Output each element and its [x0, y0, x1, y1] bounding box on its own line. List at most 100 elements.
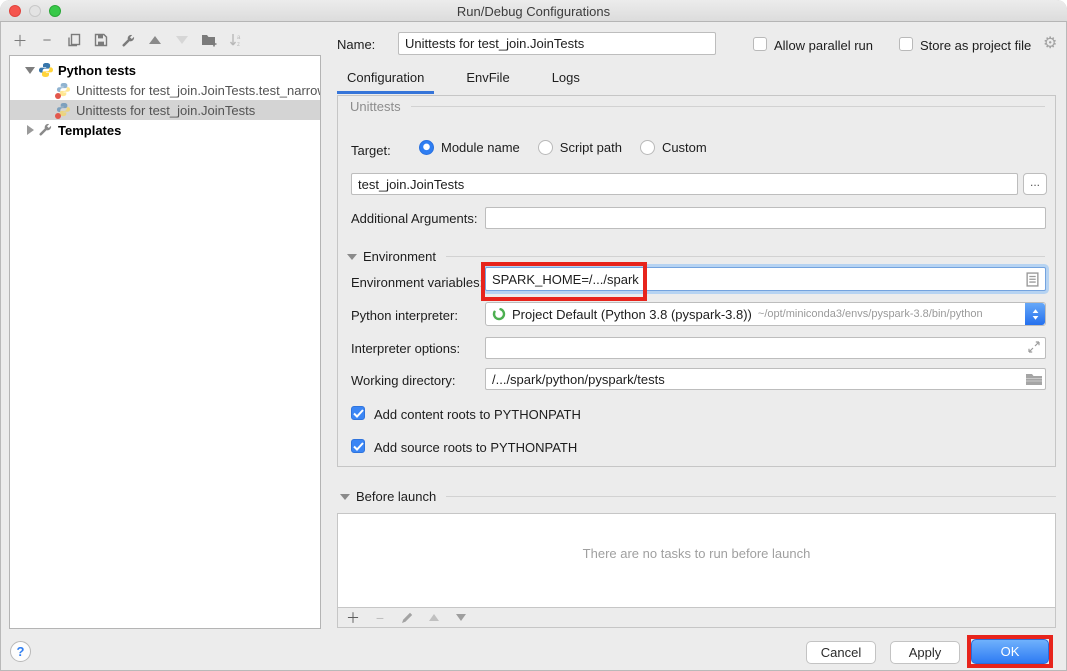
interpreter-path: ~/opt/miniconda3/envs/pyspark-3.8/bin/py… — [758, 308, 983, 320]
tab-logs[interactable]: Logs — [542, 64, 590, 94]
task-up-icon — [427, 611, 441, 625]
working-directory-label: Working directory: — [351, 373, 456, 388]
sort-configurations-icon: az — [228, 32, 244, 48]
tree-item-unittest-jointests[interactable]: Unittests for test_join.JoinTests — [10, 100, 320, 120]
target-radio-group: Module name Script path Custom — [419, 140, 707, 155]
radio-selected-icon — [419, 140, 434, 155]
before-launch-toolbar: ＋ − — [338, 608, 1055, 627]
collapse-environment-icon[interactable] — [347, 254, 357, 260]
section-divider — [411, 106, 1045, 107]
tab-bar: Configuration EnvFile Logs — [337, 64, 590, 94]
wrench-icon — [38, 122, 54, 138]
store-as-project-file-label: Store as project file — [920, 38, 1031, 53]
run-badge-icon — [55, 93, 61, 99]
before-launch-panel: There are no tasks to run before launch … — [337, 513, 1056, 628]
before-launch-title: Before launch — [356, 489, 436, 504]
radio-unselected-icon — [538, 140, 553, 155]
name-input[interactable] — [398, 32, 716, 55]
radio-label: Custom — [662, 140, 707, 155]
unittests-section-title: Unittests — [350, 99, 401, 114]
environment-section-title: Environment — [363, 249, 436, 264]
radio-label: Script path — [560, 140, 622, 155]
tree-item-unittest-narrow[interactable]: Unittests for test_join.JoinTests.test_n… — [10, 80, 320, 100]
python-icon — [38, 62, 54, 78]
tree-item-templates[interactable]: Templates — [10, 120, 320, 140]
expand-field-icon[interactable] — [1028, 341, 1044, 357]
section-divider — [446, 256, 1045, 257]
radio-unselected-icon — [640, 140, 655, 155]
allow-parallel-run-label: Allow parallel run — [774, 38, 873, 53]
store-as-project-file-checkbox[interactable] — [899, 37, 913, 51]
configurations-tree: Python tests Unittests for test_join.Joi… — [9, 55, 321, 629]
configurations-toolbar: ＋ − az — [12, 32, 244, 48]
name-label: Name: — [337, 37, 375, 52]
task-down-icon — [454, 611, 468, 625]
highlight-ok-box: OK — [967, 635, 1053, 668]
remove-task-icon: − — [373, 611, 387, 625]
tree-item-label: Templates — [58, 123, 121, 138]
target-input[interactable] — [351, 173, 1018, 195]
before-launch-task-list[interactable]: There are no tasks to run before launch — [338, 514, 1055, 608]
folder-icon[interactable] — [1026, 372, 1042, 388]
svg-text:z: z — [237, 42, 240, 48]
browse-button[interactable]: ... — [1023, 173, 1047, 195]
add-task-icon[interactable]: ＋ — [346, 611, 360, 625]
interpreter-value: Project Default (Python 3.8 (pyspark-3.8… — [512, 307, 752, 322]
python-test-icon — [56, 102, 72, 118]
run-debug-configurations-dialog: Run/Debug Configurations ＋ − az Pytho — [0, 0, 1067, 671]
collapse-before-launch-icon[interactable] — [340, 494, 350, 500]
edit-task-icon — [400, 611, 414, 625]
radio-module-name[interactable]: Module name — [419, 140, 520, 155]
add-configuration-icon[interactable]: ＋ — [12, 32, 28, 48]
section-divider — [446, 496, 1056, 497]
svg-text:a: a — [237, 35, 241, 41]
combo-arrows-icon[interactable] — [1025, 303, 1045, 325]
move-up-icon[interactable] — [147, 32, 163, 48]
tree-item-label: Unittests for test_join.JoinTests.test_n… — [76, 83, 320, 98]
working-directory-input[interactable] — [485, 368, 1046, 390]
edit-variables-icon[interactable] — [1026, 272, 1042, 288]
run-badge-icon — [55, 113, 61, 119]
highlight-env-vars-box — [481, 262, 647, 301]
save-configuration-icon[interactable] — [93, 32, 109, 48]
window-title: Run/Debug Configurations — [0, 4, 1067, 19]
move-down-icon — [174, 32, 190, 48]
python-interpreter-select[interactable]: Project Default (Python 3.8 (pyspark-3.8… — [485, 302, 1046, 326]
copy-configuration-icon[interactable] — [66, 32, 82, 48]
unittests-group: Unittests Target: Module name Script pat… — [337, 95, 1056, 467]
tree-item-python-tests[interactable]: Python tests — [10, 60, 320, 80]
interpreter-options-label: Interpreter options: — [351, 341, 460, 356]
ok-button[interactable]: OK — [971, 639, 1049, 664]
content-roots-checkbox[interactable] — [351, 406, 365, 420]
environment-variables-label: Environment variables: — [351, 275, 483, 290]
edit-templates-wrench-icon[interactable] — [120, 32, 136, 48]
tree-item-label: Unittests for test_join.JoinTests — [76, 103, 255, 118]
radio-label: Module name — [441, 140, 520, 155]
title-bar: Run/Debug Configurations — [0, 0, 1067, 22]
cancel-button[interactable]: Cancel — [806, 641, 876, 664]
help-icon[interactable]: ? — [10, 641, 31, 662]
source-roots-label: Add source roots to PYTHONPATH — [374, 440, 577, 455]
target-label: Target: — [351, 143, 391, 158]
new-folder-icon[interactable] — [201, 32, 217, 48]
allow-parallel-run-checkbox[interactable] — [753, 37, 767, 51]
before-launch-empty-message: There are no tasks to run before launch — [338, 546, 1055, 561]
remove-configuration-icon[interactable]: − — [39, 32, 55, 48]
conda-env-icon — [492, 307, 506, 321]
radio-script-path[interactable]: Script path — [538, 140, 622, 155]
chevron-down-icon[interactable] — [22, 67, 38, 74]
tab-configuration[interactable]: Configuration — [337, 64, 434, 94]
interpreter-options-input[interactable] — [485, 337, 1046, 359]
chevron-right-icon[interactable] — [22, 125, 38, 135]
content-roots-label: Add content roots to PYTHONPATH — [374, 407, 581, 422]
tree-item-label: Python tests — [58, 63, 136, 78]
additional-arguments-input[interactable] — [485, 207, 1046, 229]
source-roots-checkbox[interactable] — [351, 439, 365, 453]
python-test-icon — [56, 82, 72, 98]
radio-custom[interactable]: Custom — [640, 140, 707, 155]
additional-arguments-label: Additional Arguments: — [351, 211, 477, 226]
gear-icon[interactable]: ⚙ — [1043, 33, 1057, 53]
tab-envfile[interactable]: EnvFile — [456, 64, 519, 94]
apply-button[interactable]: Apply — [890, 641, 960, 664]
python-interpreter-label: Python interpreter: — [351, 308, 458, 323]
